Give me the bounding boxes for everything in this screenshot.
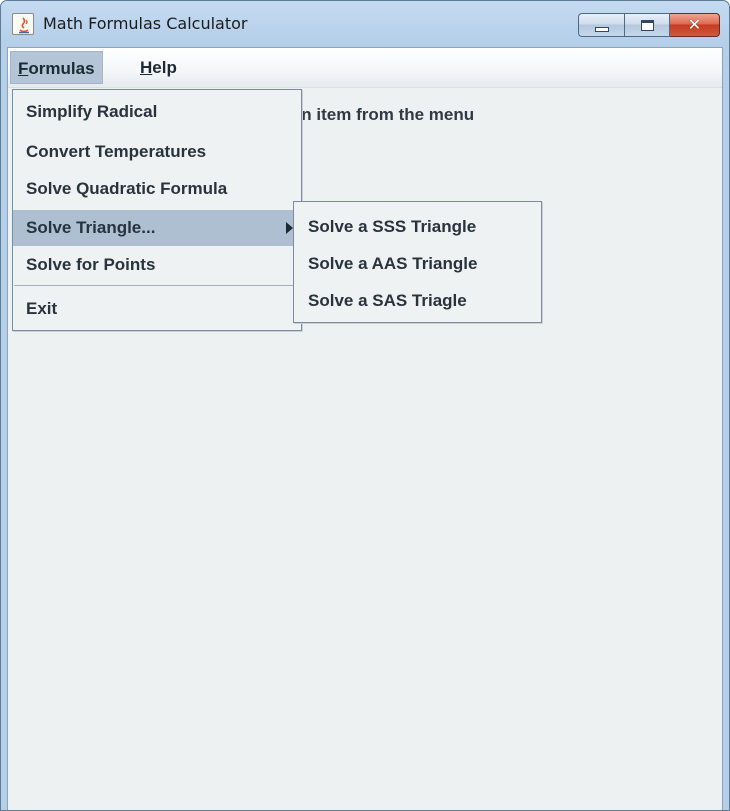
menu-formulas-mnemonic: F	[18, 59, 29, 78]
menu-bar: Formulas Help	[8, 48, 722, 88]
formulas-dropdown: Simplify Radical Convert Temperatures So…	[12, 89, 302, 331]
close-icon: ✕	[687, 15, 702, 34]
menu-item-convert-temperatures[interactable]: Convert Temperatures	[13, 134, 301, 170]
menu-item-simplify-radical[interactable]: Simplify Radical	[13, 94, 301, 130]
menu-help-mnemonic: H	[140, 58, 153, 77]
menu-item-solve-points[interactable]: Solve for Points	[13, 247, 301, 283]
minimize-icon	[594, 26, 609, 32]
window-controls: ✕	[578, 13, 720, 37]
java-cup-icon[interactable]	[12, 13, 34, 35]
menu-formulas[interactable]: Formulas	[10, 51, 103, 84]
instruction-label: ct an item from the menu	[272, 105, 475, 124]
menu-item-sss-triangle[interactable]: Solve a SSS Triangle	[294, 209, 541, 245]
submenu-arrow-icon	[286, 222, 293, 234]
maximize-button[interactable]	[624, 13, 670, 37]
menu-item-aas-triangle[interactable]: Solve a AAS Triangle	[294, 246, 541, 282]
window-title: Math Formulas Calculator	[43, 14, 248, 33]
minimize-button[interactable]	[578, 13, 624, 37]
menu-help-label: elp	[152, 58, 177, 77]
menu-item-exit[interactable]: Exit	[13, 291, 301, 327]
close-button[interactable]: ✕	[670, 13, 720, 37]
title-bar[interactable]: Math Formulas Calculator ✕	[1, 1, 729, 47]
menu-item-solve-triangle[interactable]: Solve Triangle...	[13, 210, 301, 246]
maximize-icon	[640, 19, 654, 31]
menu-help[interactable]: Help	[133, 51, 184, 84]
menu-separator	[14, 285, 301, 286]
menu-item-sas-triangle[interactable]: Solve a SAS Triagle	[294, 283, 541, 319]
menu-formulas-label: ormulas	[28, 59, 95, 78]
menu-item-solve-triangle-label: Solve Triangle...	[26, 218, 156, 237]
triangle-submenu: Solve a SSS Triangle Solve a AAS Triangl…	[293, 201, 542, 323]
menu-item-solve-quadratic[interactable]: Solve Quadratic Formula	[13, 171, 301, 207]
app-window: Math Formulas Calculator ✕ Formulas Help…	[0, 0, 730, 811]
